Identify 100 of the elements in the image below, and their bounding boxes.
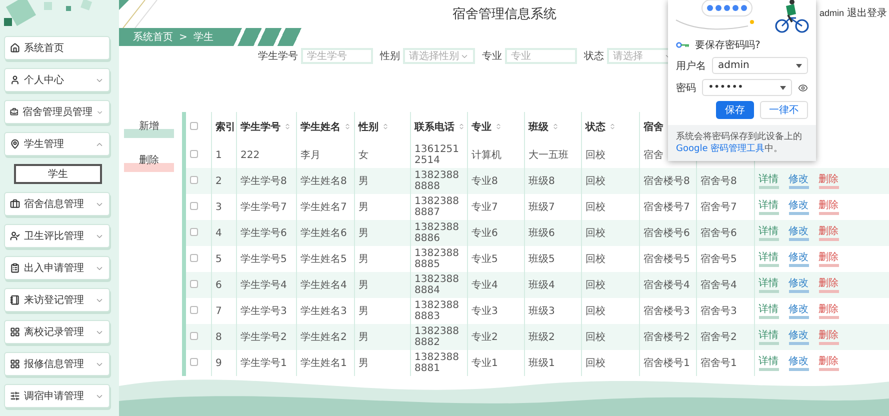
menu-item[interactable]: 报修信息管理 xyxy=(4,352,110,376)
breadcrumb-link[interactable]: 学生 xyxy=(193,30,214,44)
person-icon xyxy=(10,75,20,85)
table-cell: 宿舍号4 xyxy=(700,280,737,290)
edit-link[interactable]: 修改 xyxy=(788,304,808,318)
table-cell: 学生学号3 xyxy=(240,306,287,316)
add-button[interactable]: 新增 xyxy=(124,118,174,138)
menu-item[interactable]: 宿舍管理员管理 xyxy=(4,100,110,124)
details-link[interactable]: 详情 xyxy=(758,330,778,344)
table-cell: 回校 xyxy=(586,176,606,186)
table-cell: 13612512514 xyxy=(414,144,460,166)
delete-link[interactable]: 删除 xyxy=(818,304,838,318)
table-cell: 13823888887 xyxy=(414,196,460,218)
menu-item[interactable]: 离校记录管理 xyxy=(4,320,110,344)
table-cell: 学生姓名3 xyxy=(300,306,347,316)
details-link[interactable]: 详情 xyxy=(758,174,778,188)
delete-link[interactable]: 删除 xyxy=(818,278,838,292)
menu-item[interactable]: 系统首页 xyxy=(4,36,110,60)
breadcrumb-link[interactable]: 系统首页 xyxy=(133,30,173,44)
checkbox[interactable] xyxy=(190,332,198,340)
column-header: 学生学号 xyxy=(240,122,280,133)
checkbox[interactable] xyxy=(190,176,198,184)
caret-icon xyxy=(780,86,786,90)
table-cell: 学生学号2 xyxy=(240,332,287,342)
table-cell: 宿舍号6 xyxy=(700,228,737,238)
eye-icon[interactable] xyxy=(798,82,808,92)
column-header: 宿舍 xyxy=(644,122,664,133)
table-cell: 专业6 xyxy=(472,228,498,238)
table-cell: 男 xyxy=(358,176,368,186)
checkbox[interactable] xyxy=(190,122,198,130)
details-link[interactable]: 详情 xyxy=(758,356,778,370)
delete-link[interactable]: 删除 xyxy=(818,226,838,240)
details-link[interactable]: 详情 xyxy=(758,278,778,292)
sort-icon[interactable] xyxy=(284,123,290,130)
sort-icon[interactable] xyxy=(494,123,502,130)
checkbox[interactable] xyxy=(190,228,198,236)
checkbox[interactable] xyxy=(190,202,198,210)
sort-icon[interactable] xyxy=(552,123,558,130)
table-cell: 大一五班 xyxy=(528,150,568,160)
sort-icon[interactable] xyxy=(382,123,388,130)
table-cell: 男 xyxy=(358,332,368,342)
table-cell: 班级4 xyxy=(528,280,555,290)
edit-link[interactable]: 修改 xyxy=(788,278,808,292)
edit-link[interactable]: 修改 xyxy=(788,356,808,370)
key-icon xyxy=(676,42,690,48)
menu-item[interactable]: 出入申请管理 xyxy=(4,256,110,280)
edit-link[interactable]: 修改 xyxy=(788,330,808,344)
details-link[interactable]: 详情 xyxy=(758,252,778,266)
table-cell: 学生姓名5 xyxy=(300,254,347,264)
table-cell: 回校 xyxy=(586,280,606,290)
table-cell: 学生学号4 xyxy=(240,280,287,290)
table-cell: 宿舍号2 xyxy=(700,332,737,342)
checkbox[interactable] xyxy=(190,358,198,366)
delete-link[interactable]: 删除 xyxy=(818,174,838,188)
sort-icon[interactable] xyxy=(608,123,616,130)
edit-link[interactable]: 修改 xyxy=(788,174,808,188)
sort-icon[interactable] xyxy=(344,123,350,130)
details-link[interactable]: 详情 xyxy=(758,200,778,214)
menu-item[interactable]: 调宿申请管理 xyxy=(4,384,110,408)
delete-link[interactable]: 删除 xyxy=(818,252,838,266)
edit-link[interactable]: 修改 xyxy=(788,200,808,214)
select-field[interactable]: 请选择性别 xyxy=(403,48,475,64)
logout-link[interactable]: 退出登录 xyxy=(847,6,887,20)
filter-label: 状态 xyxy=(584,50,604,63)
table-cell: 专业3 xyxy=(472,306,498,316)
menu-item[interactable]: 个人中心 xyxy=(4,68,110,92)
menu-item[interactable]: 宿舍信息管理 xyxy=(4,192,110,216)
never-button[interactable]: 一律不 xyxy=(760,101,808,119)
sort-icon[interactable] xyxy=(458,123,464,130)
delete-link[interactable]: 删除 xyxy=(818,330,838,344)
menu-item[interactable]: 来访登记管理 xyxy=(4,288,110,312)
edit-link[interactable]: 修改 xyxy=(788,252,808,266)
password-manager-link[interactable]: Google 密码管理工具 xyxy=(676,144,765,154)
table-cell: 男 xyxy=(358,202,368,212)
details-link[interactable]: 详情 xyxy=(758,226,778,240)
username-field[interactable]: admin xyxy=(712,57,808,74)
password-field[interactable]: •••••• xyxy=(702,79,792,96)
delete-button[interactable]: 删除 xyxy=(124,152,174,172)
submenu-item[interactable]: 学生 xyxy=(14,164,102,184)
table-cell: 学生学号7 xyxy=(240,202,287,212)
delete-link[interactable]: 删除 xyxy=(818,200,838,214)
table-cell: 男 xyxy=(358,228,368,238)
table-cell: 回校 xyxy=(586,202,606,212)
menu-item[interactable]: 卫生评比管理 xyxy=(4,224,110,248)
table-cell: 1 xyxy=(216,150,222,160)
details-link[interactable]: 详情 xyxy=(758,304,778,318)
edit-link[interactable]: 修改 xyxy=(788,226,808,240)
menu-item[interactable]: 学生管理 xyxy=(4,132,110,156)
filter-label: 性别 xyxy=(380,50,400,63)
table-cell: 男 xyxy=(358,306,368,316)
page-title: 宿舍管理信息系统 xyxy=(452,6,556,23)
checkbox[interactable] xyxy=(190,306,198,314)
save-button[interactable]: 保存 xyxy=(716,101,754,119)
input-field[interactable]: 学生学号 xyxy=(301,48,373,64)
input-field[interactable]: 专业 xyxy=(505,48,577,64)
table-cell: 回校 xyxy=(586,254,606,264)
checkbox[interactable] xyxy=(190,280,198,288)
checkbox[interactable] xyxy=(190,150,198,158)
delete-link[interactable]: 删除 xyxy=(818,356,838,370)
checkbox[interactable] xyxy=(190,254,198,262)
